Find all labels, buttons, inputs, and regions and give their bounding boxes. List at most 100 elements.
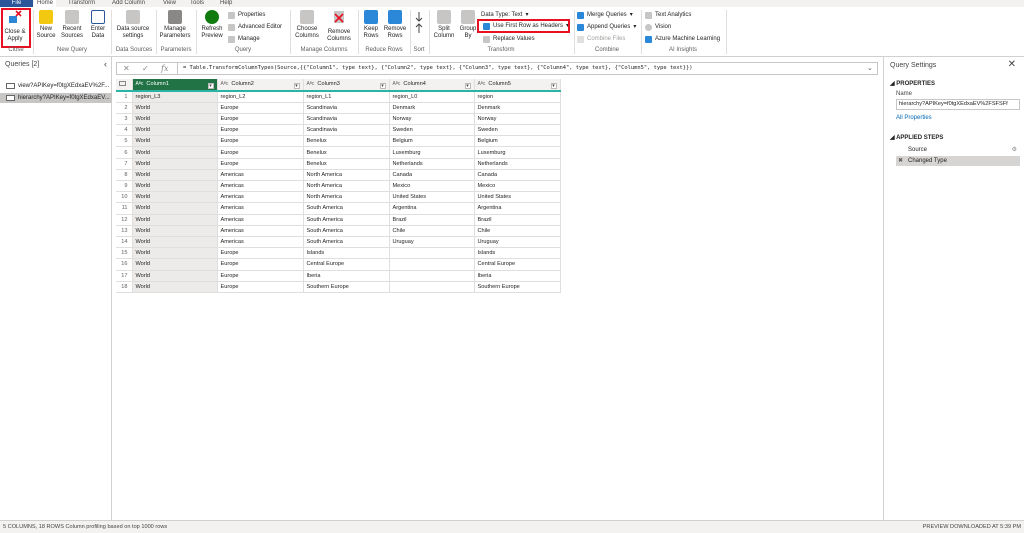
table-cell[interactable]: North America xyxy=(303,191,390,204)
filter-dropdown-icon[interactable]: ▾ xyxy=(293,82,300,89)
table-cell[interactable]: Denmark xyxy=(474,102,561,114)
formula-text[interactable]: = Table.TransformColumnTypes(Source,{{"C… xyxy=(183,65,693,71)
table-cell[interactable]: Americas xyxy=(217,169,304,182)
properties-button[interactable]: Properties xyxy=(228,11,265,19)
table-cell[interactable]: World xyxy=(132,258,218,271)
new-source-button[interactable]: New Source xyxy=(35,10,57,40)
table-cell[interactable] xyxy=(389,281,475,293)
table-cell[interactable]: Europe xyxy=(217,124,304,137)
row-number[interactable]: 1 xyxy=(116,91,133,103)
row-number[interactable]: 18 xyxy=(116,281,133,293)
select-all-corner[interactable] xyxy=(116,79,133,92)
table-cell[interactable]: Uruguay xyxy=(474,236,561,249)
table-cell[interactable]: Southern Europe xyxy=(474,281,561,293)
table-cell[interactable]: Europe xyxy=(217,258,304,271)
table-cell[interactable]: North America xyxy=(303,169,390,182)
table-cell[interactable]: Uruguay xyxy=(389,236,475,249)
table-cell[interactable]: South America xyxy=(303,236,390,249)
table-cell[interactable]: World xyxy=(132,281,218,293)
query-item[interactable]: view?APIKey=f0tgXEdxaEV%2F... xyxy=(0,81,112,91)
table-cell[interactable]: Canada xyxy=(389,169,475,182)
table-cell[interactable]: Central Europe xyxy=(303,258,390,271)
row-number[interactable]: 12 xyxy=(116,214,133,226)
column-header[interactable]: Aᴮc Column3 ▾ xyxy=(303,79,390,92)
row-number[interactable]: 6 xyxy=(116,146,133,159)
table-cell[interactable]: Europe xyxy=(217,158,304,170)
collapse-pane-icon[interactable]: ‹ xyxy=(104,59,107,69)
all-properties-link[interactable]: All Properties xyxy=(896,115,932,121)
table-cell[interactable]: World xyxy=(132,191,218,204)
table-cell[interactable]: World xyxy=(132,247,218,260)
text-analytics-button[interactable]: Text Analytics xyxy=(645,11,691,19)
table-cell[interactable]: Americas xyxy=(217,191,304,204)
expand-formula-icon[interactable]: ⌄ xyxy=(867,64,873,72)
filter-dropdown-icon[interactable]: ▾ xyxy=(464,82,471,89)
table-cell[interactable]: Scandinavia xyxy=(303,124,390,137)
combine-files-button[interactable]: Combine Files xyxy=(577,35,625,43)
table-cell[interactable]: Sweden xyxy=(474,124,561,137)
table-cell[interactable] xyxy=(389,258,475,271)
data-type-dropdown[interactable]: Data Type: Text ▾ xyxy=(481,11,529,19)
column-header[interactable]: Aᴮc Column1 ▾ xyxy=(132,79,218,92)
table-cell[interactable]: Americas xyxy=(217,202,304,215)
table-cell[interactable]: Luxemburg xyxy=(474,146,561,159)
table-cell[interactable]: Belgium xyxy=(389,135,475,148)
table-cell[interactable] xyxy=(389,270,475,282)
tab-view[interactable]: View xyxy=(163,0,176,7)
enter-data-button[interactable]: Enter Data xyxy=(88,10,108,40)
applied-steps-section[interactable]: ◢ APPLIED STEPS xyxy=(890,134,943,141)
recent-sources-button[interactable]: Recent Sources xyxy=(59,10,85,40)
query-item-selected[interactable]: hierarchy?APIKey=f0tgXEdxaEV... xyxy=(0,93,112,103)
table-cell[interactable]: United States xyxy=(389,191,475,204)
manage-parameters-button[interactable]: Manage Parameters xyxy=(158,10,192,40)
properties-section[interactable]: ◢ PROPERTIES xyxy=(890,80,935,87)
table-cell[interactable]: Scandinavia xyxy=(303,113,390,126)
text-type-icon[interactable]: Aᴮc xyxy=(307,81,315,87)
row-number[interactable]: 15 xyxy=(116,247,133,260)
table-cell[interactable]: Netherlands xyxy=(389,158,475,170)
row-number[interactable]: 8 xyxy=(116,169,133,182)
table-cell[interactable]: World xyxy=(132,135,218,148)
table-cell[interactable]: Denmark xyxy=(389,102,475,114)
check-icon[interactable]: ✓ xyxy=(142,64,149,73)
table-cell[interactable]: Central Europe xyxy=(474,258,561,271)
text-type-icon[interactable]: Aᴮc xyxy=(221,81,229,87)
table-cell[interactable]: Chile xyxy=(474,225,561,237)
table-cell[interactable]: Europe xyxy=(217,135,304,148)
row-number[interactable]: 7 xyxy=(116,158,133,170)
tab-tools[interactable]: Tools xyxy=(190,0,204,7)
row-number[interactable]: 4 xyxy=(116,124,133,137)
refresh-preview-button[interactable]: Refresh Preview xyxy=(198,10,226,40)
replace-values-button[interactable]: Replace Values xyxy=(483,35,535,43)
table-cell[interactable] xyxy=(389,247,475,260)
formula-bar[interactable]: ✕ ✓ fx = Table.TransformColumnTypes(Sour… xyxy=(116,62,878,75)
function-icon[interactable]: fx xyxy=(161,64,168,73)
table-cell[interactable]: Europe xyxy=(217,113,304,126)
table-cell[interactable]: South America xyxy=(303,214,390,226)
table-cell[interactable]: Islands xyxy=(474,247,561,260)
table-cell[interactable]: World xyxy=(132,270,218,282)
table-cell[interactable]: Islands xyxy=(303,247,390,260)
text-type-icon[interactable]: Aᴮc xyxy=(136,81,144,87)
table-cell[interactable]: World xyxy=(132,236,218,249)
applied-step[interactable]: Source ⚙ xyxy=(896,145,1020,155)
table-cell[interactable]: Iberia xyxy=(303,270,390,282)
table-cell[interactable]: World xyxy=(132,158,218,170)
close-icon[interactable]: ✕ xyxy=(1008,59,1016,70)
table-cell[interactable]: Europe xyxy=(217,247,304,260)
table-cell[interactable]: region_L2 xyxy=(217,91,304,103)
azure-ml-button[interactable]: Azure Machine Learning xyxy=(645,35,720,43)
row-number[interactable]: 17 xyxy=(116,270,133,282)
row-number[interactable]: 9 xyxy=(116,180,133,193)
table-cell[interactable]: Benelux xyxy=(303,146,390,159)
table-cell[interactable]: Europe xyxy=(217,281,304,293)
manage-button[interactable]: Manage xyxy=(228,35,260,43)
column-header[interactable]: Aᴮc Column2 ▾ xyxy=(217,79,304,92)
table-cell[interactable]: Iberia xyxy=(474,270,561,282)
table-cell[interactable]: region_L0 xyxy=(389,91,475,103)
vision-button[interactable]: Vision xyxy=(645,23,671,31)
tab-home[interactable]: Home xyxy=(34,0,56,7)
table-cell[interactable]: Americas xyxy=(217,236,304,249)
filter-dropdown-icon[interactable]: ▾ xyxy=(379,82,386,89)
data-source-settings-button[interactable]: Data source settings xyxy=(113,10,153,40)
